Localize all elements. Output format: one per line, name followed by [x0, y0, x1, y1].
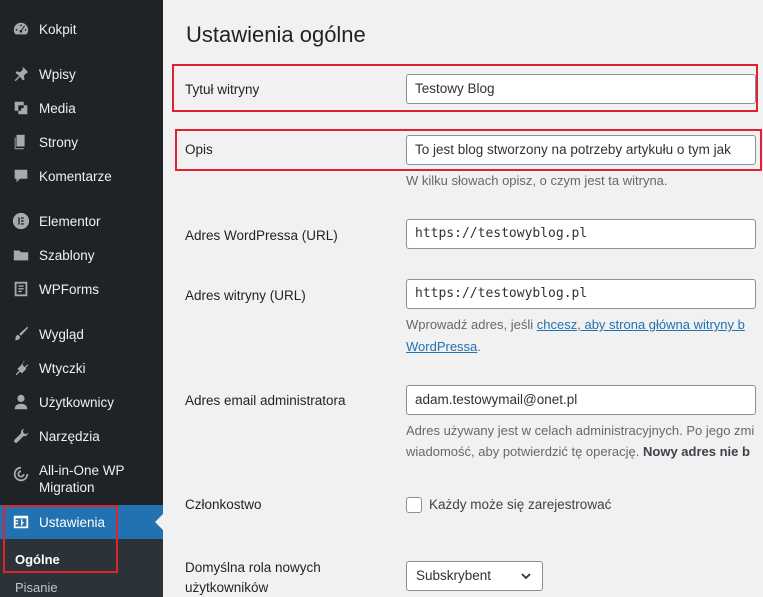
membership-label: Członkostwo: [185, 497, 262, 512]
site-url-desc-link[interactable]: chcesz, aby strona główna witryny b: [537, 317, 745, 332]
default-role-label-line1: Domyślna rola nowych: [185, 560, 321, 575]
menu-item-all-in-one-wp-migration[interactable]: All-in-One WP Migration: [0, 462, 163, 506]
media-icon: [11, 98, 31, 118]
membership-checkbox-label[interactable]: Każdy może się zarejestrować: [429, 497, 611, 512]
menu-label: Media: [39, 100, 76, 116]
menu-label: Wpisy: [39, 66, 76, 82]
menu-item-komentarze[interactable]: Komentarze: [0, 159, 163, 193]
highlight-box-tagline: [175, 129, 762, 171]
menu-label: Szablony: [39, 247, 95, 263]
site-url-description: Wprowadź adres, jeśli chcesz, aby strona…: [406, 314, 745, 335]
submenu-item-pisanie[interactable]: Pisanie: [15, 580, 58, 595]
admin-email-description-line2: wiadomość, aby potwierdzić tę operację. …: [406, 441, 750, 462]
menu-item-wpforms[interactable]: WPForms: [0, 272, 163, 306]
menu-label: Użytkownicy: [39, 394, 115, 410]
menu-label: All-in-One WP Migration: [39, 462, 125, 496]
pages-icon: [11, 132, 31, 152]
default-role-select[interactable]: Subskrybent: [406, 561, 543, 591]
active-menu-arrow: [155, 514, 163, 530]
default-role-value: Subskrybent: [416, 568, 492, 583]
site-url-description-line2: WordPressa.: [406, 336, 481, 357]
chevron-down-icon: [521, 573, 531, 580]
menu-label: Komentarze: [39, 168, 112, 184]
menu-label: Elementor: [39, 213, 101, 229]
wp-url-label: Adres WordPressa (URL): [185, 228, 338, 243]
forms-icon: [11, 279, 31, 299]
highlight-box-settings-menu: [3, 505, 118, 573]
membership-checkbox[interactable]: [406, 497, 422, 513]
menu-label: Narzędzia: [39, 428, 100, 444]
admin-email-desc-bold: Nowy adres nie b: [643, 444, 750, 459]
folder-icon: [11, 245, 31, 265]
paintbrush-icon: [11, 324, 31, 344]
menu-item-wpisy[interactable]: Wpisy: [0, 57, 163, 91]
comment-icon: [11, 166, 31, 186]
menu-label-line1: All-in-One WP: [39, 463, 125, 478]
menu-label: Wygląd: [39, 326, 84, 342]
menu-item-wtyczki[interactable]: Wtyczki: [0, 351, 163, 385]
menu-item-narzedzia[interactable]: Narzędzia: [0, 419, 163, 453]
site-url-desc-suffix: .: [477, 339, 481, 354]
wordpress-link[interactable]: WordPressa: [406, 339, 477, 354]
migration-icon: [11, 464, 31, 484]
default-role-label-line2: użytkowników: [185, 580, 269, 595]
plugin-icon: [11, 358, 31, 378]
menu-label: Wtyczki: [39, 360, 86, 376]
wrench-icon: [11, 426, 31, 446]
default-role-label: Domyślna rola nowych użytkowników: [185, 558, 321, 597]
menu-item-uzytkownicy[interactable]: Użytkownicy: [0, 385, 163, 419]
menu-label-line2: Migration: [39, 480, 95, 495]
site-url-label: Adres witryny (URL): [185, 288, 306, 303]
menu-item-media[interactable]: Media: [0, 91, 163, 125]
pin-icon: [11, 64, 31, 84]
menu-label: WPForms: [39, 281, 99, 297]
site-url-input[interactable]: https://testowyblog.pl: [406, 279, 756, 309]
menu-item-elementor[interactable]: Elementor: [0, 204, 163, 238]
site-url-desc-text: Wprowadź adres, jeśli: [406, 317, 537, 332]
page-title: Ustawienia ogólne: [186, 22, 366, 47]
admin-email-description: Adres używany jest w celach administracy…: [406, 423, 755, 438]
wp-url-input[interactable]: https://testowyblog.pl: [406, 219, 756, 249]
users-icon: [11, 392, 31, 412]
menu-label: Kokpit: [39, 21, 77, 37]
admin-email-input[interactable]: adam.testowymail@onet.pl: [406, 385, 756, 415]
admin-email-desc-text: wiadomość, aby potwierdzić tę operację.: [406, 444, 644, 459]
menu-item-wyglad[interactable]: Wygląd: [0, 317, 163, 351]
highlight-box-site-title: [172, 64, 758, 112]
elementor-icon: [11, 211, 31, 231]
tagline-description: W kilku słowach opisz, o czym jest ta wi…: [406, 173, 668, 188]
menu-item-szablony[interactable]: Szablony: [0, 238, 163, 272]
admin-email-label: Adres email administratora: [185, 393, 346, 408]
menu-item-kokpit[interactable]: Kokpit: [0, 12, 163, 46]
menu-label: Strony: [39, 134, 79, 150]
dashboard-icon: [11, 19, 31, 39]
menu-item-strony[interactable]: Strony: [0, 125, 163, 159]
